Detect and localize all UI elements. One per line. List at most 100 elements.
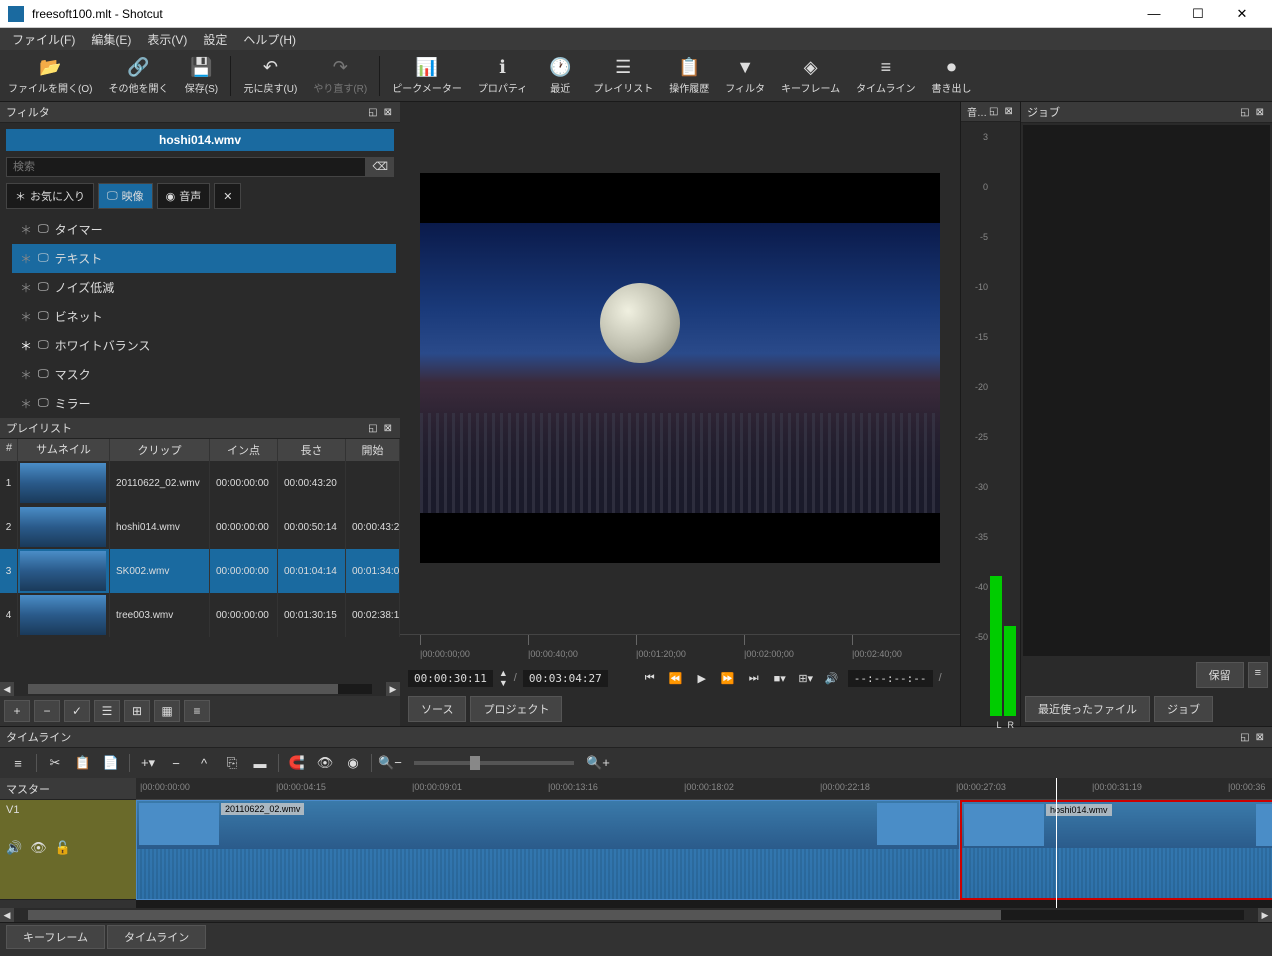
skip-end-button[interactable]: ⏭ — [744, 668, 764, 688]
playlist-row[interactable]: 3SK002.wmv00:00:00:0000:01:04:1400:01:34… — [0, 549, 400, 593]
zoom-in-button[interactable]: 🔍+ — [586, 752, 610, 774]
timeline-ruler[interactable]: |00:00:00:00|00:00:04:15|00:00:09:01|00:… — [136, 778, 1272, 800]
scrub-button[interactable]: 👁 — [313, 752, 337, 774]
grid-view-button[interactable]: ⊞ — [124, 700, 150, 722]
export-button[interactable]: ⏺書き出し — [923, 52, 979, 100]
scroll-left-icon[interactable]: ◀ — [0, 908, 14, 922]
star-icon[interactable]: ＊ — [20, 337, 32, 354]
spinner-icon[interactable]: ▲▼ — [499, 668, 508, 688]
stop-button[interactable]: ■▾ — [770, 668, 790, 688]
star-icon[interactable]: ＊ — [20, 366, 32, 383]
tab-recent-files[interactable]: 最近使ったファイル — [1025, 696, 1150, 722]
timeline-clip[interactable]: 20110622_02.wmv — [136, 800, 960, 900]
skip-start-button[interactable]: ⏮ — [640, 668, 660, 688]
save-button[interactable]: 💾保存(S) — [176, 52, 226, 100]
col-index[interactable]: # — [0, 439, 18, 461]
overwrite-button[interactable]: ▬ — [248, 752, 272, 774]
filter-button[interactable]: ▼フィルタ — [717, 52, 773, 100]
play-button[interactable]: ▶ — [692, 668, 712, 688]
jobs-menu-button[interactable]: ≡ — [1248, 662, 1268, 688]
col-in[interactable]: イン点 — [210, 439, 278, 461]
add-button[interactable]: + — [4, 700, 30, 722]
playhead[interactable] — [1056, 778, 1057, 908]
open-file-button[interactable]: 📂ファイルを開く(O) — [0, 52, 100, 100]
current-timecode[interactable]: 00:00:30:11 — [408, 670, 493, 687]
filter-item[interactable]: ＊🖵ミラー — [12, 389, 396, 418]
filter-close-button[interactable]: ✕ — [214, 183, 241, 209]
menu-settings[interactable]: 設定 — [195, 29, 235, 50]
lock-icon[interactable]: 🔓 — [55, 840, 71, 856]
keyframe-button[interactable]: ◈キーフレーム — [773, 52, 848, 100]
tab-project[interactable]: プロジェクト — [470, 696, 562, 722]
scroll-right-icon[interactable]: ▶ — [386, 682, 400, 696]
undo-button[interactable]: ↶元に戻す(U) — [235, 52, 305, 100]
minimize-button[interactable]: — — [1132, 0, 1176, 28]
tab-keyframe[interactable]: キーフレーム — [6, 925, 105, 949]
menu-edit[interactable]: 編集(E) — [83, 29, 139, 50]
star-icon[interactable]: ＊ — [20, 395, 32, 412]
tab-jobs[interactable]: ジョブ — [1154, 696, 1213, 722]
ripple-button[interactable]: ◉ — [341, 752, 365, 774]
transport-ruler[interactable]: |00:00:00;00|00:00:40;00|00:01:20;00|00:… — [400, 634, 960, 664]
menu-help[interactable]: ヘルプ(H) — [235, 29, 304, 50]
star-icon[interactable]: ＊ — [20, 308, 32, 325]
filter-item[interactable]: ＊🖵ノイズ低減 — [12, 273, 396, 302]
list-view-button[interactable]: ☰ — [94, 700, 120, 722]
menu-file[interactable]: ファイル(F) — [4, 29, 83, 50]
history-button[interactable]: 📋操作履歴 — [661, 52, 717, 100]
close-button[interactable]: ✕ — [1220, 0, 1264, 28]
filter-tab-favorite[interactable]: ＊お気に入り — [6, 183, 94, 209]
clear-search-icon[interactable]: ⌫ — [366, 157, 394, 177]
close-panel-icon[interactable]: ⊠ — [382, 107, 394, 118]
close-panel-icon[interactable]: ⊠ — [1254, 107, 1266, 118]
col-start[interactable]: 開始 — [346, 439, 400, 461]
col-thumbnail[interactable]: サムネイル — [18, 439, 110, 461]
open-other-button[interactable]: 🔗その他を開く — [100, 52, 176, 100]
grid-button[interactable]: ⊞▾ — [796, 668, 816, 688]
close-panel-icon[interactable]: ⊠ — [1254, 732, 1266, 743]
forward-button[interactable]: ⏩ — [718, 668, 738, 688]
mute-icon[interactable]: 🔊 — [6, 840, 22, 856]
cut-button[interactable]: ✂ — [43, 752, 67, 774]
tab-source[interactable]: ソース — [408, 696, 466, 722]
tab-timeline[interactable]: タイムライン — [107, 925, 206, 949]
timeline-clip[interactable]: hoshi014.wmv — [960, 800, 1272, 900]
undock-icon[interactable]: ◱ — [366, 107, 379, 118]
timeline-button[interactable]: ≡タイムライン — [848, 52, 923, 100]
filter-item[interactable]: ＊🖵テキスト — [12, 244, 396, 273]
track-v1[interactable]: 20110622_02.wmvhoshi014.wmv — [136, 800, 1272, 900]
lift-button[interactable]: ^ — [192, 752, 216, 774]
menu-button[interactable]: ≡ — [184, 700, 210, 722]
filter-item[interactable]: ＊🖵ビネット — [12, 302, 396, 331]
append-button[interactable]: +▾ — [136, 752, 160, 774]
menu-view[interactable]: 表示(V) — [139, 29, 195, 50]
check-button[interactable]: ✓ — [64, 700, 90, 722]
playlist-row[interactable]: 2hoshi014.wmv00:00:00:0000:00:50:1400:00… — [0, 505, 400, 549]
playlist-row[interactable]: 4tree003.wmv00:00:00:0000:01:30:1500:02:… — [0, 593, 400, 637]
property-button[interactable]: ℹプロパティ — [470, 52, 535, 100]
scroll-right-icon[interactable]: ▶ — [1258, 908, 1272, 922]
snap-button[interactable]: 🧲 — [285, 752, 309, 774]
redo-button[interactable]: ↷やり直す(R) — [305, 52, 375, 100]
col-clip[interactable]: クリップ — [110, 439, 210, 461]
video-preview[interactable] — [420, 173, 940, 563]
close-panel-icon[interactable]: ⊠ — [382, 423, 394, 434]
rewind-button[interactable]: ⏪ — [666, 668, 686, 688]
delete-button[interactable]: − — [164, 752, 188, 774]
filter-item[interactable]: ＊🖵マスク — [12, 360, 396, 389]
filter-item[interactable]: ＊🖵タイマー — [12, 215, 396, 244]
volume-button[interactable]: 🔊 — [822, 668, 842, 688]
playlist-row[interactable]: 120110622_02.wmv00:00:00:0000:00:43:20 — [0, 461, 400, 505]
scroll-left-icon[interactable]: ◀ — [0, 682, 14, 696]
filter-item[interactable]: ＊🖵ホワイトバランス — [12, 331, 396, 360]
menu-button[interactable]: ≡ — [6, 752, 30, 774]
paste-button[interactable]: 📄 — [99, 752, 123, 774]
copy-button[interactable]: 📋 — [71, 752, 95, 774]
track-v1-header[interactable]: V1 🔊 👁 🔓 — [0, 800, 136, 900]
hold-button[interactable]: 保留 — [1196, 662, 1244, 688]
insert-button[interactable]: ⎘ — [220, 752, 244, 774]
peak-meter-button[interactable]: 📊ピークメーター — [384, 52, 470, 100]
undock-icon[interactable]: ◱ — [366, 423, 379, 434]
master-track-header[interactable]: マスター — [0, 778, 136, 800]
filter-search-input[interactable] — [6, 157, 366, 177]
